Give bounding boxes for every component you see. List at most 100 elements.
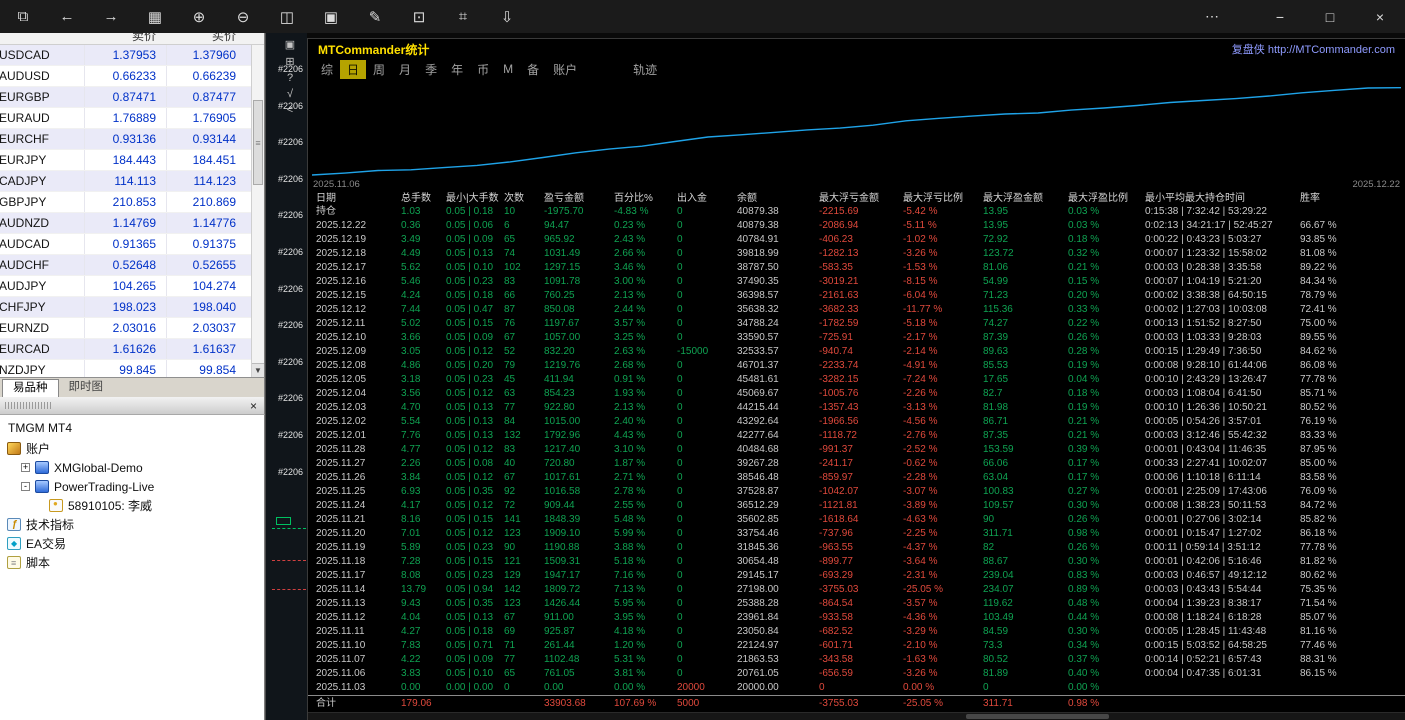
table-row[interactable]: 2025.11.12 4.04 0.05 | 0.13 67 911.00 3.95 % 0… — [308, 611, 1405, 625]
table-row[interactable]: 2025.11.28 4.77 0.05 | 0.12 83 1217.40 3.10 %… — [308, 443, 1405, 457]
market-watch-row[interactable]: EURNZD 2.03016 2.03037 — [0, 318, 251, 339]
zoom-out-icon[interactable]: ⊖ — [234, 8, 252, 26]
menu-item-summary[interactable]: 综 — [314, 60, 340, 79]
reading-view-icon[interactable]: ◫ — [278, 8, 296, 26]
table-row[interactable]: 2025.11.21 8.16 0.05 | 0.15 141 1848.39 5.48 … — [308, 513, 1405, 527]
brand-link[interactable]: 复盘侠 http://MTCommander.com — [1232, 41, 1395, 57]
menu-item-currency[interactable]: 币 — [470, 60, 496, 79]
market-watch-row[interactable]: EURAUD 1.76889 1.76905 — [0, 108, 251, 129]
nav-item-indicators[interactable]: 技术指标 — [0, 515, 264, 534]
table-row[interactable]: 2025.11.18 7.28 0.05 | 0.15 121 1509.31 5.18 … — [308, 555, 1405, 569]
menu-item-year[interactable]: 年 — [444, 60, 470, 79]
nav-item-accounts[interactable]: 账户 — [0, 439, 264, 458]
nav-item-account-58910105[interactable]: 58910105: 李威 — [0, 496, 264, 515]
market-watch-row[interactable]: CADJPY 114.113 114.123 — [0, 171, 251, 192]
table-row[interactable]: 2025.12.17 5.62 0.05 | 0.10 102 1297.15 3.46 … — [308, 261, 1405, 275]
menu-item-week[interactable]: 周 — [366, 60, 392, 79]
table-row[interactable]: 2025.12.02 5.54 0.05 | 0.13 84 1015.00 2.40 %… — [308, 415, 1405, 429]
market-watch-row[interactable]: GBPJPY 210.853 210.869 — [0, 192, 251, 213]
table-row[interactable]: 2025.12.08 4.86 0.05 | 0.20 79 1219.76 2.68 %… — [308, 359, 1405, 373]
market-watch-row[interactable]: AUDCHF 0.52648 0.52655 — [0, 255, 251, 276]
table-row[interactable]: 2025.12.12 7.44 0.05 | 0.47 87 850.08 2.44 % 0… — [308, 303, 1405, 317]
market-watch-row[interactable]: EURCHF 0.93136 0.93144 — [0, 129, 251, 150]
table-row[interactable]: 持仓 1.03 0.05 | 0.18 10 -1975.70 -4.83 % 0 40879… — [308, 205, 1405, 219]
stats-total-row[interactable]: 合计 179.06 33903.68 107.69 % 5000 -3755.03 -25.… — [308, 695, 1405, 710]
chart-window-icon[interactable]: ▣ — [281, 38, 299, 51]
panel-grip[interactable] — [5, 402, 51, 409]
market-watch-row[interactable]: AUDUSD 0.66233 0.66239 — [0, 66, 251, 87]
close-icon[interactable]: × — [243, 399, 264, 413]
nav-item-xmglobal-demo[interactable]: + XMGlobal-Demo — [0, 458, 264, 477]
table-row[interactable]: 2025.11.11 4.27 0.05 | 0.18 69 925.87 4.18 % 0… — [308, 625, 1405, 639]
collapse-icon[interactable]: - — [21, 482, 30, 491]
confirm-icon[interactable]: √ — [281, 88, 299, 100]
minimize-icon[interactable]: − — [1271, 9, 1289, 25]
table-row[interactable]: 2025.12.19 3.49 0.05 | 0.09 65 965.92 2.43 % 0… — [308, 233, 1405, 247]
scrollbar-thumb[interactable]: ≡ — [253, 100, 263, 185]
table-row[interactable]: 2025.12.05 3.18 0.05 | 0.23 45 411.94 0.91 % 0… — [308, 373, 1405, 387]
market-watch-row[interactable]: CHFJPY 198.023 198.040 — [0, 297, 251, 318]
table-row[interactable]: 2025.12.15 4.24 0.05 | 0.18 66 760.25 2.13 % 0… — [308, 289, 1405, 303]
scroll-down-button[interactable]: ▼ — [252, 363, 264, 377]
open-external-icon[interactable]: ⊡ — [410, 8, 428, 26]
market-watch-row[interactable]: USDCAD 1.37953 1.37960 — [0, 45, 251, 66]
table-row[interactable]: 2025.12.03 4.70 0.05 | 0.13 77 922.80 2.13 % 0… — [308, 401, 1405, 415]
market-watch-row[interactable]: EURCAD 1.61626 1.61637 — [0, 339, 251, 360]
table-row[interactable]: 2025.11.26 3.84 0.05 | 0.12 67 1017.61 2.71 %… — [308, 471, 1405, 485]
table-row[interactable]: 2025.11.03 0.00 0.00 | 0.00 0 0.00 0.00 % 2000… — [308, 681, 1405, 695]
menu-item-note[interactable]: 备 — [520, 60, 546, 79]
compose-icon[interactable]: ✎ — [366, 8, 384, 26]
table-row[interactable]: 2025.11.25 6.93 0.05 | 0.35 92 1016.58 2.78 %… — [308, 485, 1405, 499]
table-row[interactable]: 2025.11.20 7.01 0.05 | 0.12 123 1909.10 5.99 … — [308, 527, 1405, 541]
table-row[interactable]: 2025.11.07 4.22 0.05 | 0.09 77 1102.48 5.31 %… — [308, 653, 1405, 667]
nav-item-ea[interactable]: EA交易 — [0, 534, 264, 553]
table-row[interactable]: 2025.12.04 3.56 0.05 | 0.12 63 854.23 1.93 % 0… — [308, 387, 1405, 401]
menu-item-m[interactable]: M — [496, 61, 520, 77]
maximize-icon[interactable]: □ — [1321, 9, 1339, 25]
download-icon[interactable]: ⇩ — [498, 8, 516, 26]
capture-icon[interactable]: ⌗ — [454, 8, 472, 25]
table-row[interactable]: 2025.11.27 2.26 0.05 | 0.08 40 720.80 1.87 % 0… — [308, 457, 1405, 471]
table-row[interactable]: 2025.11.14 13.79 0.05 | 0.94 142 1809.72 7.13… — [308, 583, 1405, 597]
menu-item-month[interactable]: 月 — [392, 60, 418, 79]
menu-item-day[interactable]: 日 — [340, 59, 367, 79]
table-row[interactable]: 2025.11.17 8.08 0.05 | 0.23 129 1947.17 7.16 … — [308, 569, 1405, 583]
expand-icon[interactable]: + — [21, 463, 30, 472]
tab-symbols[interactable]: 易品种 — [2, 379, 59, 397]
scrollbar-thumb[interactable] — [966, 714, 1109, 719]
tab-tick-chart[interactable]: 即时图 — [59, 379, 114, 397]
nav-item-powertrading-live[interactable]: - PowerTrading-Live — [0, 477, 264, 496]
table-row[interactable]: 2025.12.11 5.02 0.05 | 0.15 76 1197.67 3.57 %… — [308, 317, 1405, 331]
market-watch-scrollbar[interactable]: ≡ ▼ — [251, 45, 264, 377]
menu-item-account[interactable]: 账户 — [546, 60, 584, 79]
menu-item-quarter[interactable]: 季 — [418, 60, 444, 79]
menu-item-trajectory[interactable]: 轨迹 — [626, 60, 664, 79]
table-row[interactable]: 2025.11.19 5.89 0.05 | 0.23 90 1190.88 3.88 %… — [308, 541, 1405, 555]
zoom-in-icon[interactable]: ⊕ — [190, 8, 208, 26]
sitemap-icon[interactable]: ⧉ — [14, 8, 32, 25]
market-watch-row[interactable]: AUDNZD 1.14769 1.14776 — [0, 213, 251, 234]
nav-item-scripts[interactable]: 脚本 — [0, 553, 264, 572]
table-row[interactable]: 2025.11.13 9.43 0.05 | 0.35 123 1426.44 5.95 … — [308, 597, 1405, 611]
table-row[interactable]: 2025.12.09 3.05 0.05 | 0.12 52 832.20 2.63 % -… — [308, 345, 1405, 359]
forward-icon[interactable]: → — [102, 8, 120, 25]
apps-grid-icon[interactable]: ▦ — [146, 8, 164, 26]
back-icon[interactable]: ← — [58, 8, 76, 25]
market-watch-row[interactable]: AUDJPY 104.265 104.274 — [0, 276, 251, 297]
table-row[interactable]: 2025.12.18 4.49 0.05 | 0.13 74 1031.49 2.66 %… — [308, 247, 1405, 261]
market-watch-row[interactable]: NZDJPY 99.845 99.854 — [0, 360, 251, 377]
table-row[interactable]: 2025.12.10 3.66 0.05 | 0.09 67 1057.00 3.25 %… — [308, 331, 1405, 345]
table-row[interactable]: 2025.11.24 4.17 0.05 | 0.12 72 909.44 2.55 % 0… — [308, 499, 1405, 513]
table-row[interactable]: 2025.12.22 0.36 0.05 | 0.06 6 94.47 0.23 % 0 40… — [308, 219, 1405, 233]
table-row[interactable]: 2025.11.10 7.83 0.05 | 0.71 71 261.44 1.20 % 0… — [308, 639, 1405, 653]
market-watch-row[interactable]: EURJPY 184.443 184.451 — [0, 150, 251, 171]
market-watch-row[interactable]: AUDCAD 0.91365 0.91375 — [0, 234, 251, 255]
more-icon[interactable]: ⋯ — [1203, 8, 1221, 25]
window-icon[interactable]: ▣ — [322, 8, 340, 26]
table-row[interactable]: 2025.12.01 7.76 0.05 | 0.13 132 1792.96 4.43 … — [308, 429, 1405, 443]
market-watch-row[interactable]: EURGBP 0.87471 0.87477 — [0, 87, 251, 108]
table-row[interactable]: 2025.12.16 5.46 0.05 | 0.23 83 1091.78 3.00 %… — [308, 275, 1405, 289]
table-row[interactable]: 2025.11.06 3.83 0.05 | 0.10 65 761.05 3.81 % 0… — [308, 667, 1405, 681]
stats-horizontal-scrollbar[interactable] — [308, 712, 1405, 720]
stats-titlebar[interactable]: MTCommander统计 复盘侠 http://MTCommander.com — [308, 39, 1405, 59]
